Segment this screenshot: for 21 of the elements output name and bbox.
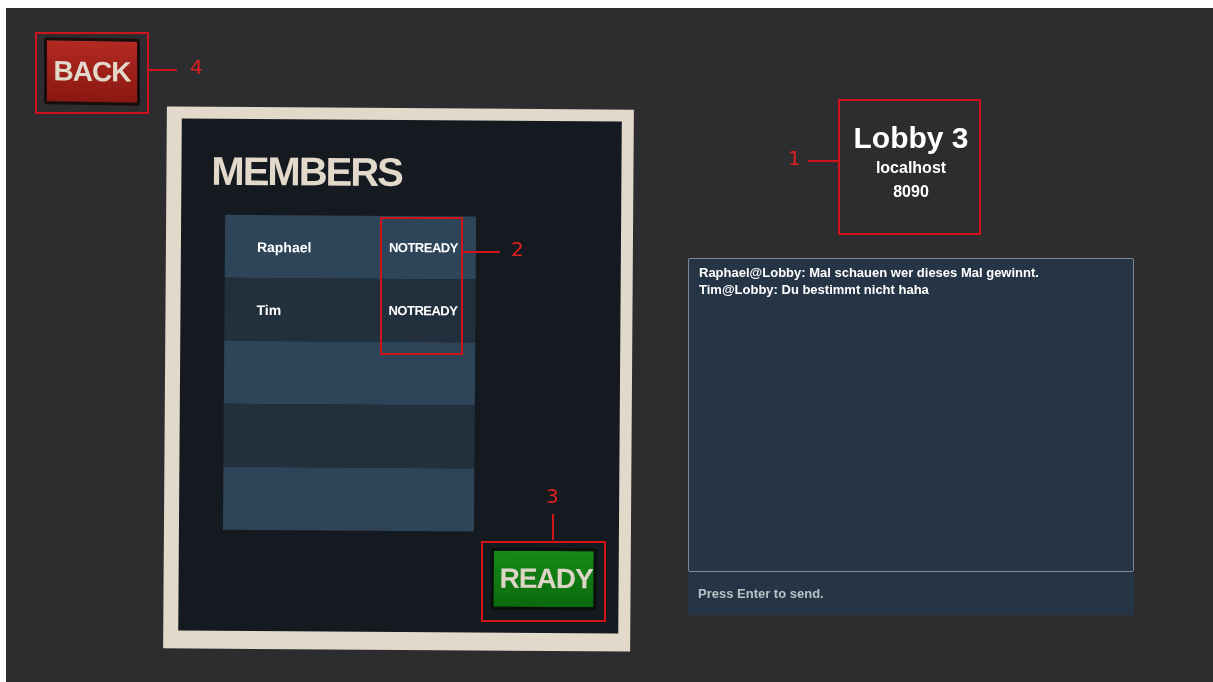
- member-name: Raphael: [256, 238, 313, 256]
- annotation-number: 2: [511, 237, 524, 261]
- chat-input-field[interactable]: Press Enter to send.: [688, 572, 1134, 615]
- ready-status: NOTREADY: [388, 239, 458, 256]
- lobby-name: Lobby 3: [853, 120, 969, 156]
- leader-line: [149, 69, 177, 71]
- annotation-number: 3: [546, 484, 559, 508]
- ready-status: NOTREADY: [388, 302, 458, 319]
- lobby-host: localhost: [875, 158, 947, 178]
- leader-line: [463, 251, 500, 253]
- members-title: MEMBERS: [211, 147, 403, 196]
- back-button[interactable]: BACK: [44, 37, 140, 106]
- leader-line: [552, 514, 554, 540]
- annotation-number: 1: [788, 146, 801, 170]
- member-name: Tim: [256, 301, 283, 319]
- lobby-port: 8090: [893, 182, 929, 202]
- chat-message: Tim@Lobby: Du bestimmt nicht haha: [699, 281, 930, 298]
- leader-line: [808, 160, 838, 162]
- annotation-number: 4: [190, 55, 203, 79]
- ready-button[interactable]: READY: [490, 547, 597, 611]
- chat-message: Raphael@Lobby: Mal schauen wer dieses Mal gewinnt.: [699, 264, 1040, 281]
